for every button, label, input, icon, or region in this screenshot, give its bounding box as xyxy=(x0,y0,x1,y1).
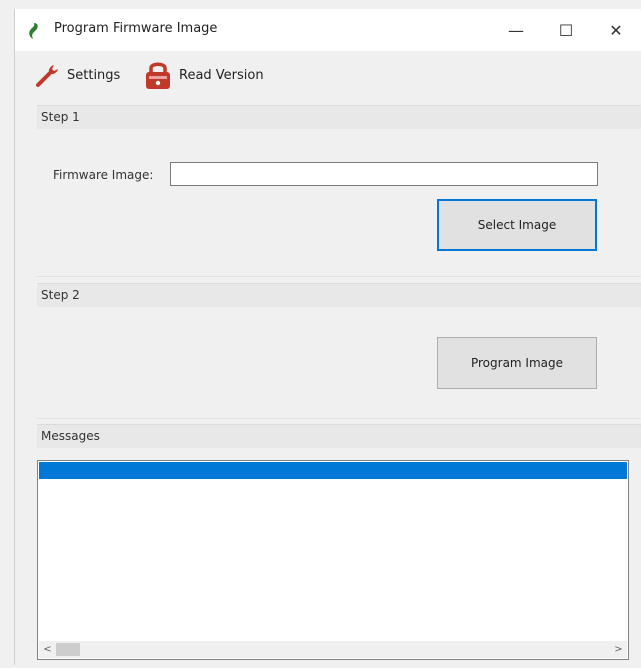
scroll-left-button[interactable]: < xyxy=(39,641,56,658)
firmware-image-input[interactable] xyxy=(170,162,598,186)
window-title: Program Firmware Image xyxy=(54,21,218,36)
select-image-button[interactable]: Select Image xyxy=(437,199,597,251)
messages-group: Messages < > xyxy=(37,424,641,664)
maximize-icon: ☐ xyxy=(558,20,574,40)
program-image-button[interactable]: Program Image xyxy=(437,337,597,389)
step2-header: Step 2 xyxy=(37,283,641,307)
step1-title: Step 1 xyxy=(41,110,80,124)
settings-button[interactable]: Settings xyxy=(35,57,120,93)
settings-label: Settings xyxy=(67,67,121,83)
read-version-label: Read Version xyxy=(179,67,264,83)
step1-group: Step 1 Firmware Image: Select Image xyxy=(37,105,641,271)
messages-title: Messages xyxy=(41,429,100,443)
app-icon xyxy=(29,23,38,39)
chevron-right-icon: > xyxy=(614,644,623,655)
horizontal-scrollbar[interactable]: < > xyxy=(39,641,627,658)
step1-header: Step 1 xyxy=(37,105,641,129)
scrollbar-thumb[interactable] xyxy=(56,643,80,656)
title-bar[interactable]: Program Firmware Image — ☐ ✕ xyxy=(15,9,641,51)
program-firmware-window: Program Firmware Image — ☐ ✕ Settings Re… xyxy=(14,9,641,665)
divider xyxy=(37,276,641,277)
toolbar: Settings Read Version xyxy=(15,57,641,97)
minimize-button[interactable]: — xyxy=(491,9,541,51)
wrench-icon xyxy=(36,65,58,87)
read-version-button[interactable]: Read Version xyxy=(143,57,264,93)
divider xyxy=(37,418,641,419)
minimize-icon: — xyxy=(508,20,524,40)
scroll-right-button[interactable]: > xyxy=(610,641,627,658)
messages-header: Messages xyxy=(37,424,641,448)
messages-listbox[interactable]: < > xyxy=(37,460,629,660)
step2-title: Step 2 xyxy=(41,288,80,302)
close-button[interactable]: ✕ xyxy=(591,9,641,51)
list-item[interactable] xyxy=(39,462,627,479)
maximize-button[interactable]: ☐ xyxy=(541,9,591,51)
close-icon: ✕ xyxy=(609,20,623,40)
firmware-image-label: Firmware Image: xyxy=(53,168,154,182)
chevron-left-icon: < xyxy=(43,644,52,655)
step2-group: Step 2 Program Image xyxy=(37,283,641,413)
padlock-icon xyxy=(146,62,170,89)
